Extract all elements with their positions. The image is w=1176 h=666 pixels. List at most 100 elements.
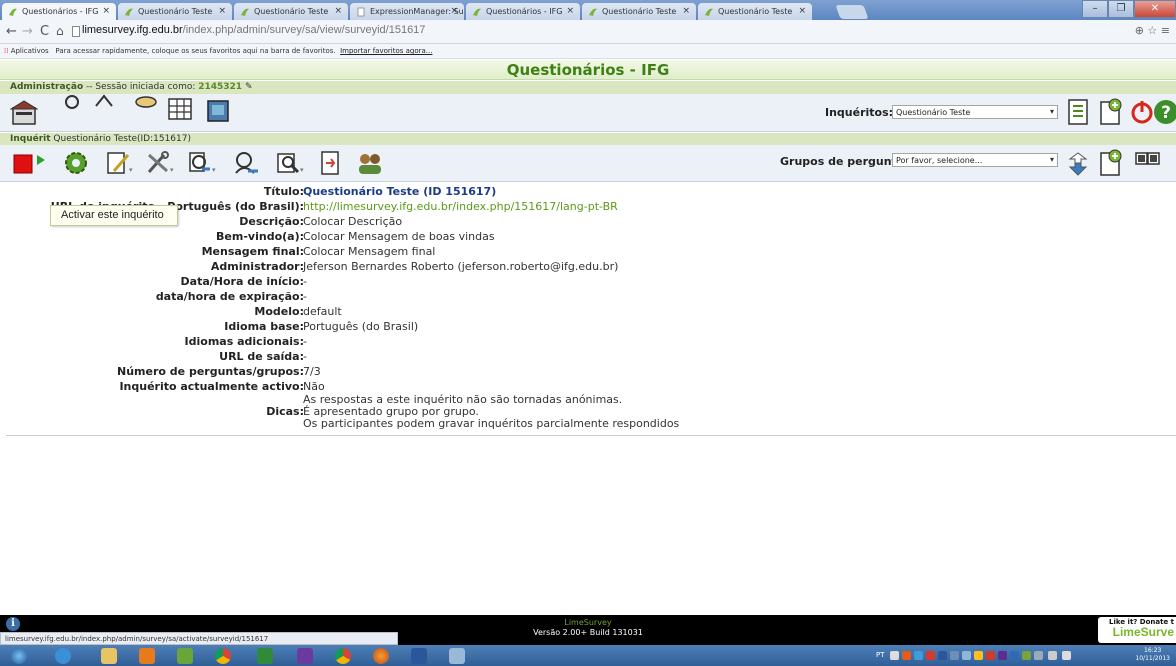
browser-tab[interactable]: Questionários - IFG × [2,3,116,20]
close-tab-icon[interactable]: × [566,6,574,16]
dropdown-arrow-icon: ▾ [129,166,133,174]
table-icon[interactable] [166,96,194,124]
edit-survey-icon[interactable] [104,149,132,177]
survey-logic-icon[interactable] [316,149,344,177]
browser-tab[interactable]: Questionário Teste × [234,3,348,20]
reload-icon[interactable]: C [40,24,49,39]
dropdown-arrow-icon: ▾ [212,166,216,174]
summary-value: Colocar Mensagem de boas vindas [303,230,495,243]
visual-studio-icon[interactable] [286,646,324,665]
add-group-icon[interactable] [1096,149,1124,177]
close-tab-icon[interactable]: × [450,6,458,16]
new-survey-icon[interactable] [1096,98,1124,126]
participants-icon[interactable] [356,149,384,177]
chrome-window-icon[interactable] [324,646,362,665]
survey-list-icon[interactable] [1064,98,1092,126]
tokens-icon[interactable] [274,149,302,177]
summary-label: Administrador: [210,260,304,273]
summary-label: Inquérito actualmente activo: [119,380,304,393]
survey-toolbar: ▾ ▾ ▾ ▾ Grupos de perguntas: Por favor, … [0,145,1176,182]
page-favicon-icon [357,7,365,17]
file-explorer-icon[interactable] [90,646,128,665]
donate-button[interactable]: Like it? Donate t LimeSurve [1098,617,1176,643]
media-player-icon[interactable] [128,646,166,665]
tray-icon[interactable] [890,651,899,660]
help-icon[interactable]: ? [1152,98,1176,126]
start-button[interactable] [0,646,38,665]
star-icon[interactable]: ☆ [1147,24,1157,37]
browser-tab[interactable]: Questionário Teste × [118,3,232,20]
display-export-icon[interactable] [186,149,214,177]
survey-url-link[interactable]: http://limesurvey.ifg.edu.br/index.php/1… [303,200,618,214]
templates-icon[interactable] [204,98,232,126]
app-icon[interactable] [438,646,476,665]
database-icon[interactable] [132,92,160,120]
tray-icon[interactable] [1022,651,1031,660]
tray-icon[interactable] [914,651,923,660]
toggle-panels-icon[interactable] [1134,145,1162,173]
tray-icon[interactable] [986,651,995,660]
close-tab-icon[interactable]: × [798,6,806,16]
browser-tab[interactable]: Questionário Teste × [698,3,812,20]
tray-icon[interactable] [902,651,911,660]
browser-tab[interactable]: Questionários - IFG × [466,3,580,20]
tab-title: Questionários - IFG [22,7,99,16]
survey-settings-gear-icon[interactable] [62,149,90,177]
edit-pencil-icon[interactable]: ✎ [245,82,253,92]
browser-tab[interactable]: Questionário Teste × [582,3,696,20]
tools-icon[interactable] [144,149,172,177]
window-close-icon[interactable]: ✕ [1134,0,1176,18]
surveys-select[interactable]: Questionário Teste ▾ [892,105,1058,119]
forward-icon[interactable]: → [22,24,33,39]
app-icon[interactable] [166,646,204,665]
apps-icon[interactable]: ⁞⁞ [4,47,8,55]
summary-value: default [303,305,342,318]
word-icon[interactable] [400,646,438,665]
limesurvey-favicon-icon [241,8,249,16]
dropdown-arrow-icon: ▾ [300,166,304,174]
activate-survey-icon[interactable] [34,149,48,177]
network-icon[interactable] [1048,651,1057,660]
tray-icon[interactable] [938,651,947,660]
close-tab-icon[interactable]: × [218,6,226,16]
home-icon[interactable]: ⌂ [56,24,64,38]
tray-icon[interactable] [950,651,959,660]
project-icon[interactable] [246,646,284,665]
clock[interactable]: 16:23 10/11/2013 [1135,647,1170,663]
users-icon[interactable] [58,92,86,120]
home-admin-icon[interactable] [10,98,38,126]
reorder-groups-icon[interactable] [1064,149,1092,177]
minimize-icon[interactable]: – [1082,0,1108,18]
summary-value: Questionário Teste (ID 151617) [303,185,497,198]
tray-icon[interactable] [998,651,1007,660]
tray-icon[interactable] [974,651,983,660]
user-id[interactable]: 2145321 [198,82,242,92]
close-tab-icon[interactable]: × [334,6,342,16]
url-input[interactable]: limesurvey.ifg.edu.br/index.php/admin/su… [82,24,425,36]
global-settings-icon[interactable] [90,92,118,120]
donate-logo-text: LimeSurve [1112,625,1174,639]
tray-icon[interactable] [1034,651,1043,660]
question-groups-select[interactable]: Por favor, selecione... ▾ [892,153,1058,167]
responses-icon[interactable] [232,149,260,177]
menu-icon[interactable]: ≡ [1161,24,1170,37]
apps-link[interactable]: Aplicativos [11,47,49,55]
language-indicator[interactable]: PT [876,651,885,659]
import-bookmarks-link[interactable]: Importar favoritos agora... [340,47,432,55]
tray-icon[interactable] [926,651,935,660]
tray-icon[interactable] [962,651,971,660]
volume-icon[interactable] [1062,651,1071,660]
zoom-icon[interactable]: ⊕ [1135,24,1144,37]
new-tab-button[interactable] [835,5,869,19]
restore-icon[interactable]: ❐ [1108,0,1134,18]
close-tab-icon[interactable]: × [102,6,110,16]
internet-explorer-icon[interactable] [44,646,82,665]
back-icon[interactable]: ← [6,24,17,39]
close-tab-icon[interactable]: × [682,6,690,16]
browser-tab[interactable]: ExpressionManager: Surve × [350,3,464,20]
firefox-icon[interactable] [362,646,400,665]
summary-value: - [303,275,307,288]
chrome-icon[interactable] [204,646,242,665]
survey-summary: Título: Questionário Teste (ID 151617) U… [6,183,1176,436]
tray-icon[interactable] [1010,651,1019,660]
